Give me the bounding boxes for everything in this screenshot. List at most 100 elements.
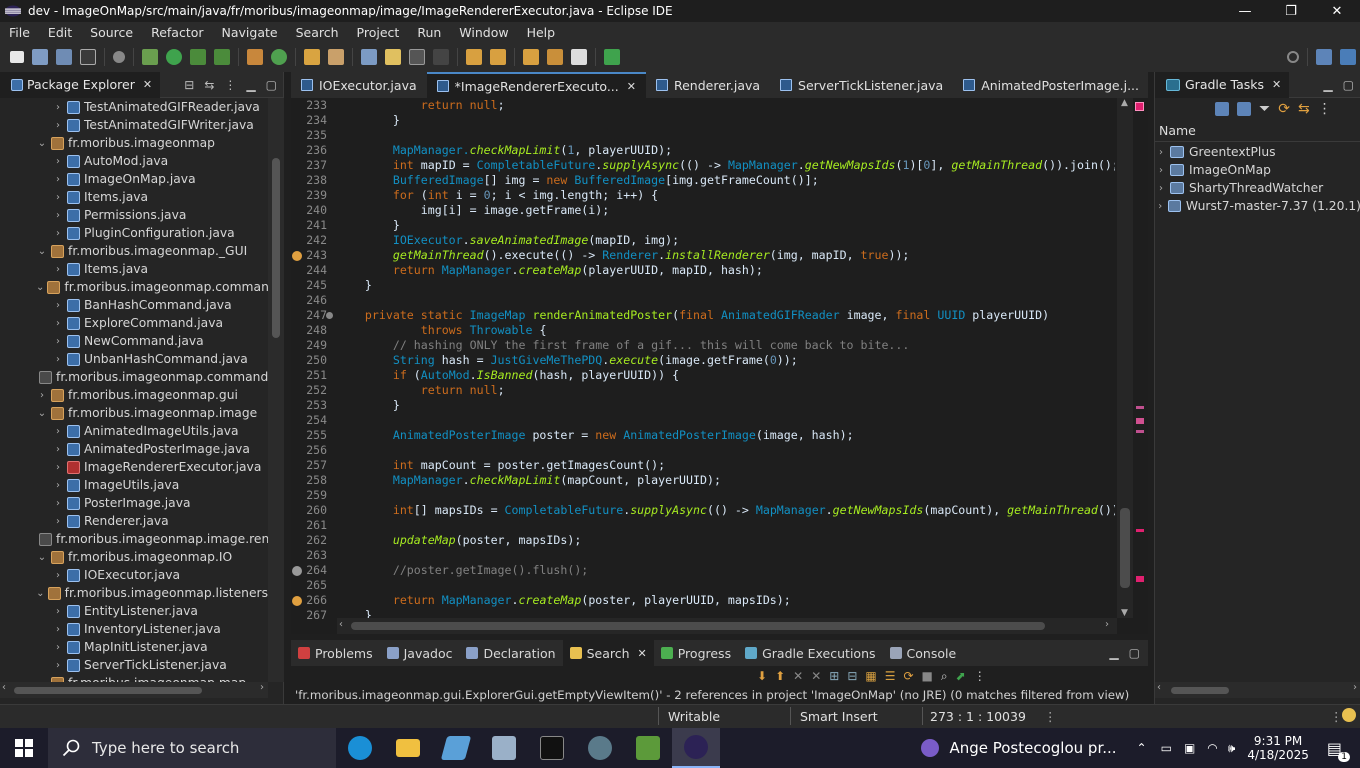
menu-file[interactable]: File [0,25,39,40]
tree-item[interactable]: › BanHashCommand.java [0,296,268,314]
code-line[interactable]: getMainThread().execute(() -> Renderer.i… [337,248,1115,263]
horizontal-scrollbar[interactable]: ‹ › [337,618,1117,634]
menu-window[interactable]: Window [450,25,517,40]
breakpoint-marker-icon[interactable] [292,566,302,576]
tree-item[interactable]: › PluginConfiguration.java [0,224,268,242]
code-line[interactable]: //poster.getImage().flush(); [337,563,1115,578]
gradle-project-item[interactable]: › GreentextPlus [1155,143,1360,161]
status-menu-icon[interactable]: ⋮ [1330,709,1343,724]
expand-icon[interactable]: › [52,444,64,455]
code-line[interactable]: for (int i = 0; i < img.length; i++) { [337,188,1115,203]
link-with-editor-icon[interactable]: ⇆ [204,78,214,92]
code-line[interactable]: MapManager.checkMapLimit(1, playerUUID); [337,143,1115,158]
new-java-package-icon[interactable] [247,49,263,65]
tree-item[interactable]: › ExploreCommand.java [0,314,268,332]
tree-item[interactable]: › fr.moribus.imageonmap.gui [0,386,268,404]
terminal-app-icon[interactable] [528,728,576,768]
minimize-view-icon[interactable]: ▁ [1109,646,1118,660]
tree-item[interactable]: › EntityListener.java [0,602,268,620]
expand-icon[interactable]: › [52,480,64,491]
code-line[interactable]: BufferedImage[] img = new BufferedImage[… [337,173,1115,188]
tree-item[interactable]: fr.moribus.imageonmap.image.rende [0,530,268,548]
expand-icon[interactable]: › [52,210,64,221]
cursor-position[interactable]: 273 : 1 : 10039 [930,709,1026,724]
tab-search[interactable]: Search ✕ [562,640,654,666]
expand-icon[interactable]: › [1155,201,1165,212]
code-line[interactable]: } [337,278,1115,293]
tree-item[interactable]: ⌄ fr.moribus.imageonmap.listeners [0,584,268,602]
tree-item[interactable]: ⌄ fr.moribus.imageonmap.image [0,404,268,422]
tree-item[interactable]: › Items.java [0,188,268,206]
collapse-icon[interactable]: ⌄ [36,408,48,419]
insert-mode-status[interactable]: Smart Insert [800,709,878,724]
code-line[interactable] [337,578,1115,593]
view-menu-icon[interactable]: ⋮ [1318,101,1332,117]
code-line[interactable]: return MapManager.createMap(poster, play… [337,593,1115,608]
expand-icon[interactable]: › [52,192,64,203]
expand-icon[interactable]: › [52,462,64,473]
tree-item[interactable]: › InventoryListener.java [0,620,268,638]
warning-marker[interactable] [1136,430,1144,433]
code-line[interactable]: if (AutoMod.IsBanned(hash, playerUUID)) … [337,368,1115,383]
tree-item[interactable]: › AnimatedImageUtils.java [0,422,268,440]
minimize-view-icon[interactable]: ▁ [246,78,255,92]
notification-center-icon[interactable]: ▤ 1 [1327,739,1350,762]
tree-item[interactable]: › UnbanHashCommand.java [0,350,268,368]
code-line[interactable] [337,518,1115,533]
code-line[interactable]: private static ImageMap renderAnimatedPo… [337,308,1115,323]
expand-icon[interactable]: › [52,660,64,671]
tree-item[interactable]: ⌄ fr.moribus.imageonmap.IO [0,548,268,566]
java-perspective-icon[interactable] [1340,49,1356,65]
expand-icon[interactable]: › [52,300,64,311]
search-icon[interactable] [1287,51,1299,63]
expand-icon[interactable]: › [52,516,64,527]
eclipse-app-icon[interactable] [672,728,720,768]
expand-icon[interactable]: › [52,642,64,653]
expand-icon[interactable]: › [52,102,64,113]
code-line[interactable]: } [337,608,1115,618]
show-hidden-icons-icon[interactable]: ⌃ [1137,741,1147,755]
run-icon[interactable] [166,49,182,65]
code-line[interactable]: } [337,113,1115,128]
collapse-icon[interactable]: ⌄ [36,246,48,257]
open-type-icon[interactable] [304,49,320,65]
view-menu-icon[interactable]: ⋮ [974,669,986,683]
network-icon[interactable]: ◠ [1207,741,1217,755]
tablet-icon[interactable]: ▭ [1161,741,1172,755]
code-line[interactable]: return MapManager.createMap(playerUUID, … [337,263,1115,278]
start-button[interactable] [0,728,48,768]
code-line[interactable]: } [337,398,1115,413]
minimize-view-icon[interactable]: ▁ [1323,78,1332,92]
expand-icon[interactable]: › [52,318,64,329]
code-line[interactable]: // hashing ONLY the first frame of a gif… [337,338,1115,353]
taskbar-search-box[interactable]: Type here to search [48,728,336,768]
code-area[interactable]: return null; } MapManager.checkMapLimit(… [337,98,1115,618]
minimize-button[interactable]: — [1222,4,1268,19]
save-all-icon[interactable] [56,49,72,65]
coverage-icon[interactable] [190,49,206,65]
search-tool-icon[interactable] [328,49,344,65]
refresh-icon[interactable]: ⟳ [903,669,913,683]
next-match-icon[interactable]: ⬇ [757,669,767,683]
close-icon[interactable]: ✕ [143,78,152,91]
menu-source[interactable]: Source [81,25,142,40]
menu-run[interactable]: Run [408,25,450,40]
tree-item[interactable]: › AnimatedPosterImage.java [0,440,268,458]
block-selection-icon[interactable] [409,49,425,65]
editor-tab[interactable]: IOExecutor.java [291,72,427,98]
minecraft-app-icon[interactable] [624,728,672,768]
expand-icon[interactable]: › [52,426,64,437]
expand-icon[interactable]: › [1155,165,1167,176]
volume-icon[interactable]: 🕪 [1228,741,1236,756]
pin-editor-icon[interactable] [604,49,620,65]
expand-icon[interactable]: › [52,174,64,185]
news-icon[interactable] [921,739,940,757]
open-perspective-icon[interactable] [1316,49,1332,65]
scroll-right-icon[interactable]: › [1353,682,1357,693]
maximize-view-icon[interactable]: ▢ [1343,78,1354,92]
expand-icon[interactable]: › [52,120,64,131]
code-line[interactable] [337,413,1115,428]
meet-now-icon[interactable]: ▣ [1184,741,1195,755]
link-with-selection-icon[interactable]: ⇆ [1298,101,1310,117]
refresh-icon[interactable]: ⟳ [1278,101,1290,117]
